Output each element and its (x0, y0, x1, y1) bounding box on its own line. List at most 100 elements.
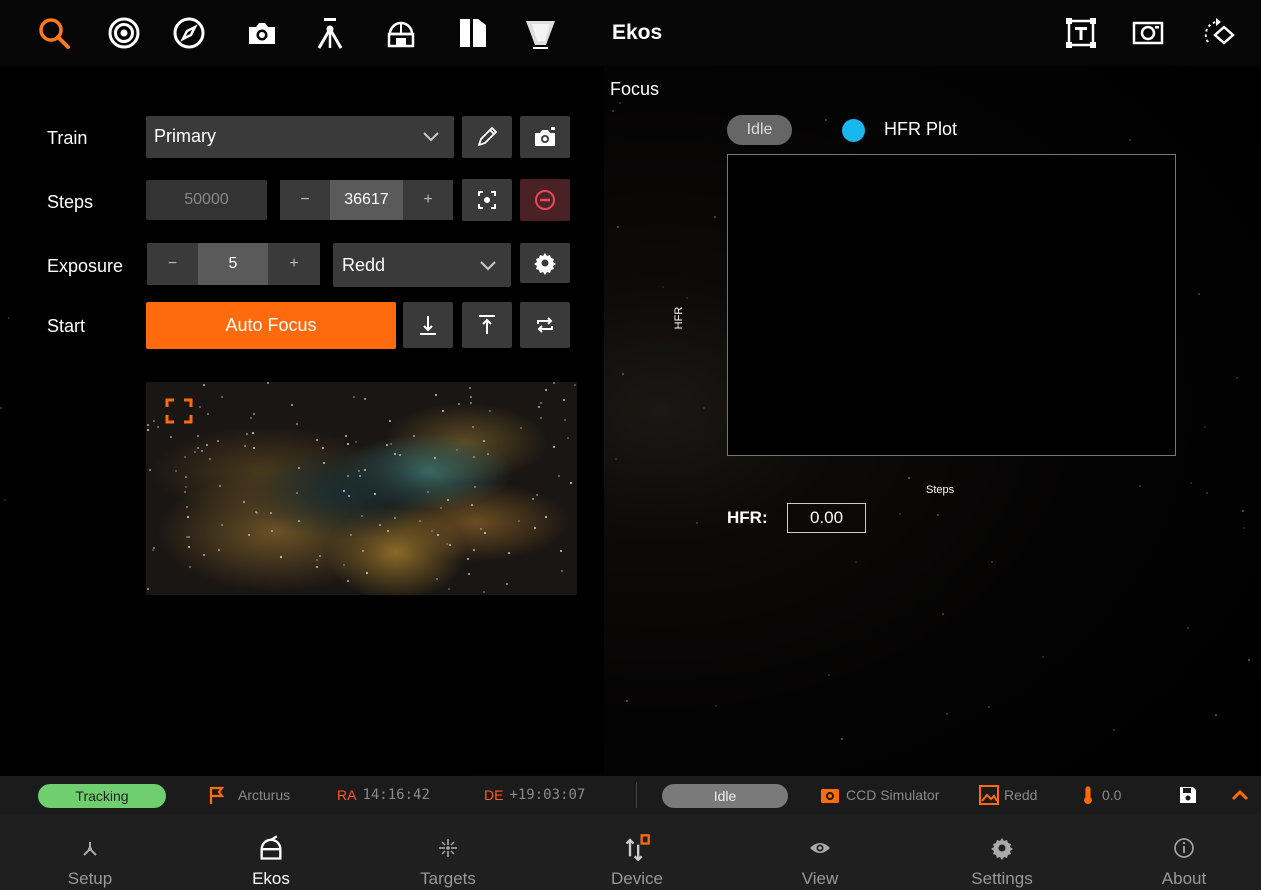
chevron-down-icon (480, 261, 496, 271)
preview-star (489, 410, 491, 412)
hfr-legend-label: HFR Plot (884, 119, 958, 139)
nav-item-device[interactable]: Device (577, 814, 697, 890)
thermometer-icon (1084, 786, 1092, 804)
preview-star (206, 444, 208, 446)
preview-star (560, 550, 562, 552)
star (1204, 426, 1206, 428)
star (946, 713, 948, 715)
hfr-plot[interactable] (727, 154, 1176, 456)
rotator-icon[interactable] (1201, 15, 1237, 51)
gear-icon (534, 253, 556, 275)
preview-star (323, 462, 325, 464)
preview-star (468, 573, 470, 575)
auto-focus-button[interactable]: Auto Focus (146, 302, 396, 349)
star (1190, 482, 1192, 484)
search-icon[interactable] (36, 15, 72, 51)
filter-dropdown[interactable]: Redd (333, 243, 511, 287)
temperature-item: 0.0 (1082, 776, 1121, 814)
expand-button[interactable] (1230, 776, 1250, 814)
status-bar: Tracking Arcturus RA 14:16:42 DE +19:03:… (0, 776, 1261, 814)
exposure-decrement-button[interactable]: − (147, 243, 198, 285)
steps-increment-button[interactable]: + (403, 180, 453, 220)
steps-value-field[interactable]: 36617 (330, 180, 403, 220)
preview-star (446, 543, 448, 545)
star (715, 705, 717, 707)
tracking-badge[interactable]: Tracking (38, 784, 166, 808)
star (855, 561, 857, 563)
focus-settings-button[interactable] (520, 243, 570, 283)
save-icon (1180, 787, 1196, 803)
focus-out-button[interactable] (462, 302, 512, 348)
train-dropdown[interactable]: Primary (146, 116, 454, 158)
flat-panel-icon[interactable] (522, 15, 558, 51)
star (626, 700, 628, 702)
camera-icon[interactable] (244, 15, 280, 51)
info-icon (1174, 838, 1194, 858)
stop-focus-button[interactable] (520, 179, 570, 221)
preview-star (316, 566, 318, 568)
pencil-icon (477, 126, 498, 147)
fullscreen-icon[interactable] (164, 397, 194, 425)
loop-button[interactable] (520, 302, 570, 348)
focus-in-button[interactable] (403, 302, 453, 348)
page-title: Focus (610, 79, 660, 99)
preview-star (243, 501, 245, 503)
edit-train-button[interactable] (462, 116, 512, 158)
star (1243, 527, 1245, 529)
preview-star (389, 420, 391, 422)
steps-decrement-button[interactable]: − (280, 180, 330, 220)
nav-item-targets[interactable]: Targets (388, 814, 508, 890)
preview-star (189, 566, 191, 568)
text-frame-icon[interactable] (1063, 15, 1099, 51)
star (1113, 729, 1115, 731)
preview-star (147, 424, 149, 426)
preview-star (447, 499, 449, 501)
star (1215, 714, 1217, 716)
nav-item-ekos[interactable]: Ekos (211, 814, 331, 890)
target-icon[interactable] (106, 15, 142, 51)
preview-star (170, 436, 172, 438)
ekos-icon (260, 835, 282, 860)
star (4, 499, 6, 501)
camera-frame-icon[interactable] (1130, 15, 1166, 51)
preview-star (366, 572, 368, 574)
preview-star (319, 555, 321, 557)
star (1206, 492, 1208, 494)
exposure-increment-button[interactable]: + (268, 243, 320, 285)
preview-star (187, 516, 189, 518)
exposure-value-field[interactable]: 5 (198, 243, 268, 285)
preview-star (347, 443, 349, 445)
nav-item-view[interactable]: View (760, 814, 880, 890)
camera-item[interactable]: CCD Simulator (820, 776, 939, 814)
star (841, 738, 843, 740)
max-steps-field[interactable]: 50000 (146, 180, 267, 220)
preview-star (564, 419, 566, 421)
capture-button[interactable] (520, 116, 570, 158)
preview-star (350, 534, 352, 536)
preview-star (480, 528, 482, 530)
save-button[interactable] (1178, 776, 1198, 814)
target-item[interactable]: Arcturus (208, 776, 290, 814)
nav-item-setup[interactable]: Setup (30, 814, 150, 890)
view-icon (810, 843, 830, 853)
preview-star (419, 520, 421, 522)
compass-icon[interactable] (171, 15, 207, 51)
preview-star (483, 591, 485, 593)
preview-star (567, 437, 569, 439)
filter-wheel-icon[interactable] (455, 15, 491, 51)
focus-frame-button[interactable] (462, 179, 512, 221)
nav-item-about[interactable]: About (1124, 814, 1244, 890)
target-name: Arcturus (238, 787, 291, 803)
nav-item-settings[interactable]: Settings (942, 814, 1062, 890)
preview-star (246, 433, 248, 435)
preview-star (394, 453, 396, 455)
preview-star (316, 439, 318, 441)
preview-star (440, 507, 442, 509)
observatory-icon[interactable] (383, 15, 419, 51)
filter-item[interactable]: Redd (978, 776, 1037, 814)
camera-state-badge: Idle (662, 784, 788, 808)
preview-star (149, 469, 151, 471)
nav-label-ekos: Ekos (252, 869, 290, 888)
focus-image-preview[interactable] (146, 382, 577, 595)
tripod-icon[interactable] (312, 15, 348, 51)
